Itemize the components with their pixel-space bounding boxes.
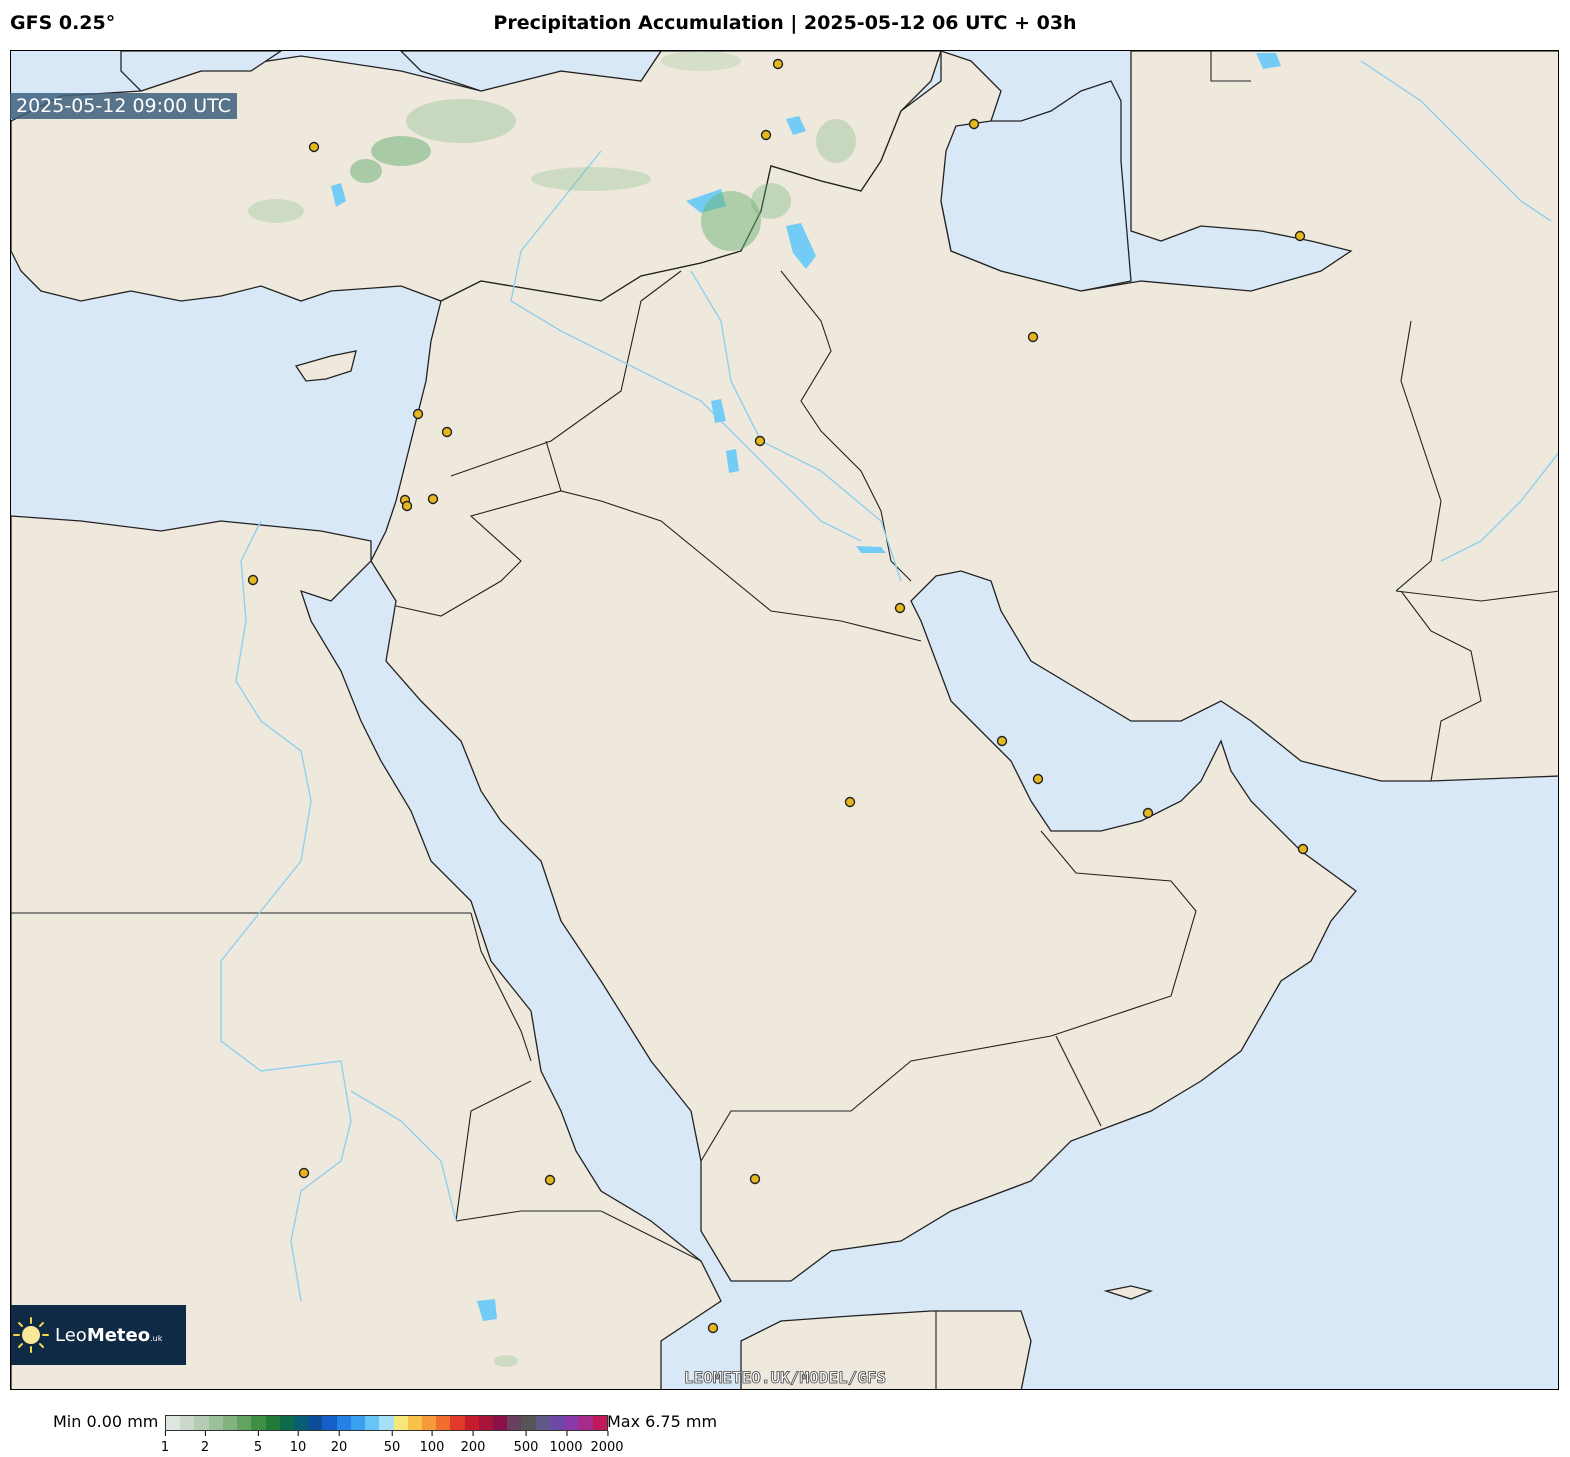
map-title: Precipitation Accumulation | 2025-05-12 … [493, 12, 1077, 34]
city-marker [749, 1173, 761, 1185]
colorbar-tick-label: 1 [160, 1431, 170, 1455]
precipitation-colorbar [165, 1415, 608, 1431]
colorbar-swatch [549, 1416, 565, 1430]
colorbar-swatch [222, 1416, 238, 1430]
colorbar-swatch [393, 1416, 408, 1430]
city-marker [894, 602, 906, 614]
colorbar-tick-label: 10 [289, 1431, 307, 1455]
colorbar-swatch [521, 1416, 536, 1430]
map-canvas [11, 51, 1558, 1389]
colorbar-swatch [265, 1416, 280, 1430]
city-marker [441, 426, 453, 438]
colorbar-swatch [166, 1416, 181, 1430]
colorbar-tick-label: 100 [419, 1431, 445, 1455]
colorbar-swatch [194, 1416, 209, 1430]
legend-min-label: Min 0.00 mm [53, 1412, 159, 1431]
colorbar-swatch [180, 1416, 195, 1430]
city-marker [1032, 773, 1044, 785]
logo-text: LeoMeteo.uk [55, 1325, 162, 1346]
colorbar-swatch [592, 1416, 607, 1430]
city-marker [1294, 230, 1306, 242]
land-masses [11, 51, 1558, 1389]
colorbar-swatch [464, 1416, 479, 1430]
valid-time-label: 2025-05-12 09:00 UTC [10, 93, 237, 119]
city-marker [308, 141, 320, 153]
colorbar-swatch [308, 1416, 323, 1430]
land-socotra [1103, 1285, 1154, 1300]
colorbar-swatch [436, 1416, 451, 1430]
colorbar-swatch [279, 1416, 294, 1430]
city-marker [754, 435, 766, 447]
colorbar-swatch [350, 1416, 366, 1430]
city-marker [401, 500, 413, 512]
colorbar-swatch [421, 1416, 437, 1430]
source-watermark: LEOMETEO.UK/MODEL/GFS [683, 1368, 887, 1388]
city-marker [707, 1322, 719, 1334]
city-marker [247, 574, 259, 586]
colorbar-swatch [251, 1416, 266, 1430]
legend-max-label: Max 6.75 mm [607, 1412, 718, 1431]
colorbar-tick-label: 1000 [549, 1431, 583, 1455]
colorbar-swatch [493, 1416, 508, 1430]
colorbar-swatch [535, 1416, 550, 1430]
colorbar-tick-label: 50 [383, 1431, 401, 1455]
sun-icon [13, 1317, 49, 1353]
colorbar-swatch [293, 1416, 309, 1430]
colorbar-swatch [322, 1416, 337, 1430]
colorbar-swatch [407, 1416, 422, 1430]
city-marker [412, 408, 424, 420]
logo-name-light: Leo [55, 1324, 87, 1346]
colorbar-swatch [208, 1416, 223, 1430]
map-panel[interactable] [10, 50, 1559, 1390]
leometeo-logo: LeoMeteo.uk [11, 1305, 186, 1365]
colorbar-swatch [365, 1416, 380, 1430]
city-marker [996, 735, 1008, 747]
city-marker [298, 1167, 310, 1179]
colorbar-swatch [450, 1416, 465, 1430]
colorbar-swatch [478, 1416, 494, 1430]
colorbar-swatch [578, 1416, 593, 1430]
city-marker [1142, 807, 1154, 819]
city-marker [760, 129, 772, 141]
colorbar-tick-label: 500 [513, 1431, 539, 1455]
logo-name-bold: Meteo [86, 1324, 151, 1346]
colorbar-swatch [564, 1416, 579, 1430]
city-marker [772, 58, 784, 70]
land-cyprus [294, 350, 357, 382]
city-marker [1027, 331, 1039, 343]
city-marker [427, 493, 439, 505]
colorbar-tick-label: 200 [460, 1431, 486, 1455]
city-marker [968, 118, 980, 130]
colorbar-swatch [336, 1416, 351, 1430]
logo-suffix: .uk [150, 1333, 163, 1343]
colorbar-tick-label: 2000 [590, 1431, 624, 1455]
colorbar-tick-label: 5 [253, 1431, 263, 1455]
colorbar-swatch [507, 1416, 522, 1430]
city-marker [1297, 843, 1309, 855]
city-marker [844, 796, 856, 808]
colorbar-swatch [237, 1416, 252, 1430]
colorbar-tick-label: 20 [330, 1431, 348, 1455]
city-marker [544, 1174, 556, 1186]
colorbar-swatch [379, 1416, 394, 1430]
colorbar-ticks: 1 2 5 10 20 50 100 200 500 1000 2000 [0, 1430, 1570, 1457]
colorbar-tick-label: 2 [200, 1431, 210, 1455]
